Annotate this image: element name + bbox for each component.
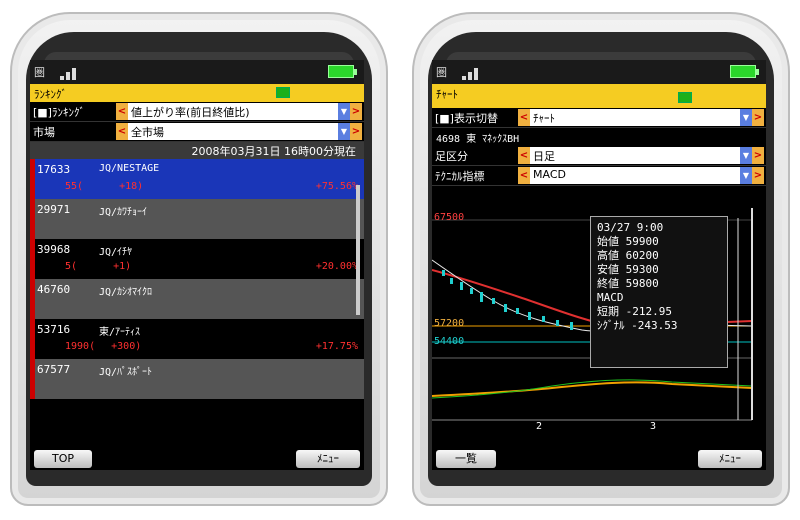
next-arrow-icon[interactable]: > [752, 147, 764, 164]
as-of-date: 2008年03月31日 16時00分現在 [30, 142, 364, 159]
period-label: 足区分 [435, 149, 468, 163]
ranking-type-select[interactable]: < 値上がり率(前日終値比) ▼ > [116, 103, 362, 120]
tooltip-date: 03/27 9:00 [597, 221, 664, 234]
ranking-type-label: [■]ﾗﾝｷﾝｸﾞ [33, 105, 85, 119]
antenna-icon: 圏 [436, 66, 447, 79]
softkey-bar: TOP ﾒﾆｭｰ [30, 448, 364, 470]
list-item[interactable]: 39968 JQ/ｲﾁﾔ 5( +1) +20.00% [30, 239, 364, 279]
prev-arrow-icon[interactable]: < [518, 167, 530, 184]
prev-arrow-icon[interactable]: < [518, 147, 530, 164]
list-item[interactable]: 29971 JQ/ｶﾜﾁｮｰｲ [30, 199, 364, 239]
market-label: 市場 [33, 125, 55, 139]
tooltip-macd-title: MACD [597, 291, 624, 304]
price-label-bottom: 54400 [434, 336, 465, 347]
signal-icon [60, 66, 82, 80]
next-arrow-icon[interactable]: > [752, 167, 764, 184]
ranking-type-row: [■]ﾗﾝｷﾝｸﾞ < 値上がり率(前日終値比) ▼ > [30, 102, 364, 122]
next-arrow-icon[interactable]: > [350, 103, 362, 120]
dropdown-icon[interactable]: ▼ [740, 109, 752, 126]
prev-arrow-icon[interactable]: < [518, 109, 530, 126]
chart-screen: 圏 ﾁｬｰﾄ [■]表示切替 < ﾁｬｰﾄ ▼ > 4698 東 ﾏﾈｯｸｽBH… [432, 60, 766, 470]
tooltip-row: 終値 59800 [597, 277, 659, 290]
screen-title-bar: ﾗﾝｷﾝｸﾞ [30, 84, 364, 102]
next-arrow-icon[interactable]: > [350, 123, 362, 140]
ohlc-tooltip: 03/27 9:00 始値 59900 高値 60200 安値 59300 終値… [590, 216, 728, 368]
prev-arrow-icon[interactable]: < [116, 123, 128, 140]
screen-title: ﾁｬｰﾄ [436, 88, 458, 101]
screen-title-bar: ﾁｬｰﾄ [432, 84, 766, 108]
market-select[interactable]: < 全市場 ▼ > [116, 123, 362, 140]
mail-indicator-icon [678, 92, 692, 103]
dropdown-icon[interactable]: ▼ [338, 123, 350, 140]
list-item[interactable]: 53716 東/ｱｰﾃｨｽ 1990( +300) +17.75% [30, 319, 364, 359]
dropdown-icon[interactable]: ▼ [740, 167, 752, 184]
next-arrow-icon[interactable]: > [752, 109, 764, 126]
market-row: 市場 < 全市場 ▼ > [30, 122, 364, 142]
ranking-type-value[interactable]: 値上がり率(前日終値比) [128, 103, 338, 120]
screen-title: ﾗﾝｷﾝｸﾞ [34, 88, 67, 101]
dropdown-icon[interactable]: ▼ [338, 103, 350, 120]
view-switch-label: [■]表示切替 [435, 111, 498, 125]
period-select[interactable]: < 日足 ▼ > [518, 147, 764, 164]
tooltip-row: 短期 -212.95 [597, 305, 672, 318]
dropdown-icon[interactable]: ▼ [740, 147, 752, 164]
left-phone: 圏 ﾗﾝｷﾝｸﾞ [■]ﾗﾝｷﾝｸﾞ < 値上がり率(前日終値比) ▼ > 市場… [10, 12, 388, 506]
ranking-list: 17633 JQ/NESTAGE 55( +18) +75.56% 29971 … [30, 159, 364, 399]
status-bar: 圏 [432, 60, 766, 84]
battery-icon [328, 65, 357, 78]
list-item[interactable]: 17633 JQ/NESTAGE 55( +18) +75.56% [30, 159, 364, 199]
view-switch-select[interactable]: < ﾁｬｰﾄ ▼ > [518, 109, 764, 126]
indicator-row: ﾃｸﾆｶﾙ指標 < MACD ▼ > [432, 166, 766, 186]
tooltip-row: ｼｸﾞﾅﾙ -243.53 [597, 319, 678, 332]
indicator-select[interactable]: < MACD ▼ > [518, 167, 764, 184]
signal-icon [462, 66, 484, 80]
macd-signal-line [432, 381, 753, 397]
price-label-top: 67500 [434, 212, 465, 223]
tooltip-row: 安値 59300 [597, 263, 659, 276]
x-tick-label: 2 [536, 421, 543, 432]
menu-softkey[interactable]: ﾒﾆｭｰ [296, 450, 360, 468]
stock-line: 4698 東 ﾏﾈｯｸｽBH [432, 128, 766, 146]
x-tick-label: 3 [650, 421, 657, 432]
softkey-bar: 一覧 ﾒﾆｭｰ [432, 448, 766, 470]
tooltip-row: 始値 59900 [597, 235, 659, 248]
indicator-label: ﾃｸﾆｶﾙ指標 [435, 169, 485, 183]
tooltip-row: 高値 60200 [597, 249, 659, 262]
battery-icon [730, 65, 759, 78]
top-softkey[interactable]: TOP [34, 450, 92, 468]
list-item[interactable]: 46760 JQ/ｶｼｵﾏｲｸﾛ [30, 279, 364, 319]
view-switch-value[interactable]: ﾁｬｰﾄ [530, 109, 740, 126]
price-chart[interactable]: 67500 57200 54400 2 3 03/27 9:00 始値 5990… [432, 208, 766, 448]
ranking-screen: 圏 ﾗﾝｷﾝｸﾞ [■]ﾗﾝｷﾝｸﾞ < 値上がり率(前日終値比) ▼ > 市場… [30, 60, 364, 470]
period-row: 足区分 < 日足 ▼ > [432, 146, 766, 166]
scrollbar[interactable] [356, 185, 360, 315]
price-label-mid: 57200 [434, 318, 465, 329]
antenna-icon: 圏 [34, 66, 45, 79]
menu-softkey[interactable]: ﾒﾆｭｰ [698, 450, 762, 468]
macd-line [432, 379, 753, 399]
prev-arrow-icon[interactable]: < [116, 103, 128, 120]
list-softkey[interactable]: 一覧 [436, 450, 496, 468]
indicator-value[interactable]: MACD [530, 167, 740, 184]
period-value[interactable]: 日足 [530, 147, 740, 164]
right-phone: 圏 ﾁｬｰﾄ [■]表示切替 < ﾁｬｰﾄ ▼ > 4698 東 ﾏﾈｯｸｽBH… [412, 12, 790, 506]
list-item[interactable]: 67577 JQ/ﾊﾟｽﾎﾟｰﾄ [30, 359, 364, 399]
mail-indicator-icon [276, 87, 290, 98]
market-value[interactable]: 全市場 [128, 123, 338, 140]
status-bar: 圏 [30, 60, 364, 84]
view-switch-row: [■]表示切替 < ﾁｬｰﾄ ▼ > [432, 108, 766, 128]
